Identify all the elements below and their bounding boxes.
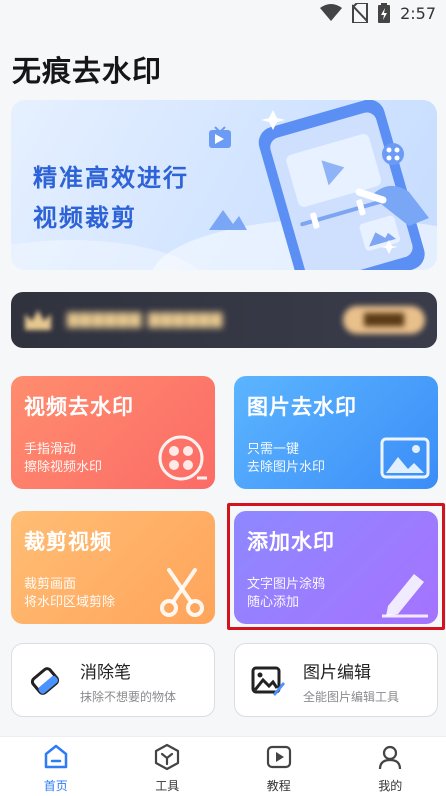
tool-title: 图片编辑 [303,663,371,683]
card-subtitle: 擦除视频水印 [24,460,103,475]
tab-home[interactable]: 首页 [0,737,112,796]
status-time: 2:57 [400,3,436,23]
card-subtitle: 手指滑动 [24,442,77,457]
image-edit-tool-card[interactable]: 图片编辑 全能图片编辑工具 [234,643,438,717]
no-sim-icon [352,3,369,23]
user-icon [379,745,402,770]
tool-subtitle: 抹除不想要的物体 [80,690,177,704]
promo-banner[interactable]: 精准高效进行 视频裁剪 [11,100,437,270]
tab-mine[interactable]: 我的 [335,737,446,796]
tools-icon [155,743,180,771]
vip-promo-bar[interactable]: ▇▇▇▇▇▇ ▇▇▇▇▇▇ ▇▇▇▇ [11,292,437,348]
bottom-tab-bar: 首页 工具 教程 我的 [0,736,446,796]
tab-label: 教程 [266,779,291,793]
image-edit-icon [251,666,285,696]
highlight-box [227,503,445,630]
tab-label: 工具 [155,779,180,793]
tab-label: 首页 [43,779,68,793]
vip-promo-text: ▇▇▇▇▇▇ ▇▇▇▇▇▇ [67,310,224,328]
card-subtitle: 只需一键 [247,442,300,457]
banner-headline: 精准高效进行 [33,164,189,192]
card-title: 裁剪视频 [24,530,112,554]
tab-tools[interactable]: 工具 [112,737,224,796]
tab-tutorial[interactable]: 教程 [223,737,335,796]
wifi-icon [320,4,343,21]
card-subtitle: 裁剪画面 [24,577,77,592]
play-tutorial-icon [266,745,291,769]
tool-subtitle: 全能图片编辑工具 [303,690,400,704]
tab-label: 我的 [378,779,403,793]
app-title: 无痕去水印 [12,54,163,88]
video-watermark-remove-card[interactable]: 视频去水印 手指滑动 擦除视频水印 [11,376,215,489]
banner-subheadline: 视频裁剪 [33,204,137,232]
scissors-icon [160,568,204,617]
image-watermark-remove-card[interactable]: 图片去水印 只需一键 去除图片水印 [234,376,438,489]
crop-video-card[interactable]: 裁剪视频 裁剪画面 将水印区域剪除 [11,511,215,624]
card-subtitle: 将水印区域剪除 [24,595,116,610]
eraser-tool-card[interactable]: 消除笔 抹除不想要的物体 [11,643,215,717]
tool-title: 消除笔 [80,663,131,683]
home-icon [44,744,67,769]
crown-icon [25,310,51,330]
image-icon [380,437,430,479]
eraser-icon [30,667,60,695]
status-bar: 2:57 [0,0,446,26]
film-reel-icon [158,435,207,481]
card-title: 图片去水印 [247,395,357,419]
card-subtitle: 去除图片水印 [247,460,326,475]
card-title: 视频去水印 [24,395,134,419]
vip-open-button[interactable]: ▇▇▇▇ [343,306,425,334]
battery-icon [378,3,391,23]
